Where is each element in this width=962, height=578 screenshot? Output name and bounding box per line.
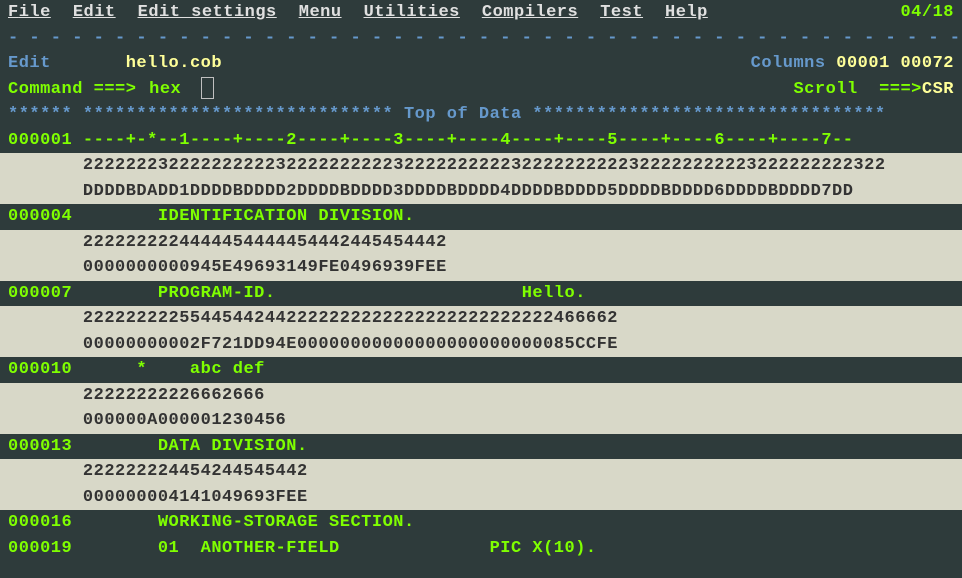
hex-digit-line: DDDDBDADD1DDDDBDDDD2DDDDBDDDD3DDDDBDDDD4… xyxy=(0,179,962,205)
code-line[interactable]: 000007 PROGRAM-ID. Hello. xyxy=(0,281,962,307)
menu-menu[interactable]: Menu xyxy=(299,0,342,26)
menu-help[interactable]: Help xyxy=(665,0,708,26)
scroll-value[interactable]: CSR xyxy=(922,77,954,103)
command-input[interactable] xyxy=(147,77,201,103)
line-number[interactable]: 000016 xyxy=(8,513,72,532)
code-line[interactable]: 000019 01 ANOTHER-FIELD PIC X(10). xyxy=(0,536,962,562)
code-text[interactable]: DATA DIVISION. xyxy=(72,437,307,456)
line-number[interactable]: 000013 xyxy=(8,437,72,456)
hex-zone-line: 222222224454244545442 xyxy=(0,459,962,485)
hex-zone-line: 2222222322222222223222222222232222222222… xyxy=(0,153,962,179)
command-label: Command ===> xyxy=(8,77,147,103)
hex-zone-line: 22222222226662666 xyxy=(0,383,962,409)
editor-body[interactable]: 000001 ----+-*--1----+----2----+----3---… xyxy=(0,128,962,562)
hex-zone-line: 2222222225544544244222222222222222222222… xyxy=(0,306,962,332)
page-indicator: 04/18 xyxy=(900,0,954,26)
menu-edit-settings[interactable]: Edit_settings xyxy=(138,0,277,26)
hex-digit-line: 00000000002F721DD94E00000000000000000000… xyxy=(0,332,962,358)
code-text[interactable]: * abc def xyxy=(72,360,265,379)
code-line[interactable]: 000016 WORKING-STORAGE SECTION. xyxy=(0,510,962,536)
menu-utilities[interactable]: Utilities xyxy=(364,0,460,26)
menu-edit[interactable]: Edit xyxy=(73,0,116,26)
code-line[interactable]: 000004 IDENTIFICATION DIVISION. xyxy=(0,204,962,230)
line-number[interactable]: 000019 xyxy=(8,539,72,558)
line-number[interactable]: 000004 xyxy=(8,207,72,226)
file-name: hello.cob xyxy=(126,51,222,77)
line-number[interactable]: 000001 xyxy=(8,131,72,150)
col-start: 00001 xyxy=(836,51,890,77)
columns-label: Columns xyxy=(751,51,826,77)
menubar: File Edit Edit_settings Menu Utilities C… xyxy=(0,0,962,26)
code-text[interactable]: PROGRAM-ID. Hello. xyxy=(72,284,586,303)
col-end: 00072 xyxy=(900,51,954,77)
code-text[interactable]: 01 ANOTHER-FIELD PIC X(10). xyxy=(72,539,596,558)
menu-compilers[interactable]: Compilers xyxy=(482,0,578,26)
code-line[interactable]: 000013 DATA DIVISION. xyxy=(0,434,962,460)
hex-zone-line: 2222222224444454444454442445454442 xyxy=(0,230,962,256)
divider: - - - - - - - - - - - - - - - - - - - - … xyxy=(0,26,962,52)
top-of-data: ****** ***************************** Top… xyxy=(0,102,962,128)
line-number[interactable]: 000010 xyxy=(8,360,72,379)
code-text[interactable]: IDENTIFICATION DIVISION. xyxy=(72,207,414,226)
code-line[interactable]: 000001 ----+-*--1----+----2----+----3---… xyxy=(0,128,962,154)
menu-test[interactable]: Test xyxy=(600,0,643,26)
line-number[interactable]: 000007 xyxy=(8,284,72,303)
editor-header: Edit hello.cob Columns 00001 00072 xyxy=(0,51,962,77)
code-text[interactable]: WORKING-STORAGE SECTION. xyxy=(72,513,414,532)
command-row: Command ===> Scroll ===>CSR xyxy=(0,77,962,103)
hex-digit-line: 0000000000945E49693149FE0496939FEE xyxy=(0,255,962,281)
code-text[interactable]: ----+-*--1----+----2----+----3----+----4… xyxy=(72,131,853,150)
mode-label: Edit xyxy=(8,51,51,77)
cursor xyxy=(201,77,214,99)
hex-digit-line: 000000004141049693FEE xyxy=(0,485,962,511)
menu-file[interactable]: File xyxy=(8,0,51,26)
code-line[interactable]: 000010 * abc def xyxy=(0,357,962,383)
scroll-label: Scroll ===> xyxy=(793,77,921,103)
hex-digit-line: 000000A000001230456 xyxy=(0,408,962,434)
